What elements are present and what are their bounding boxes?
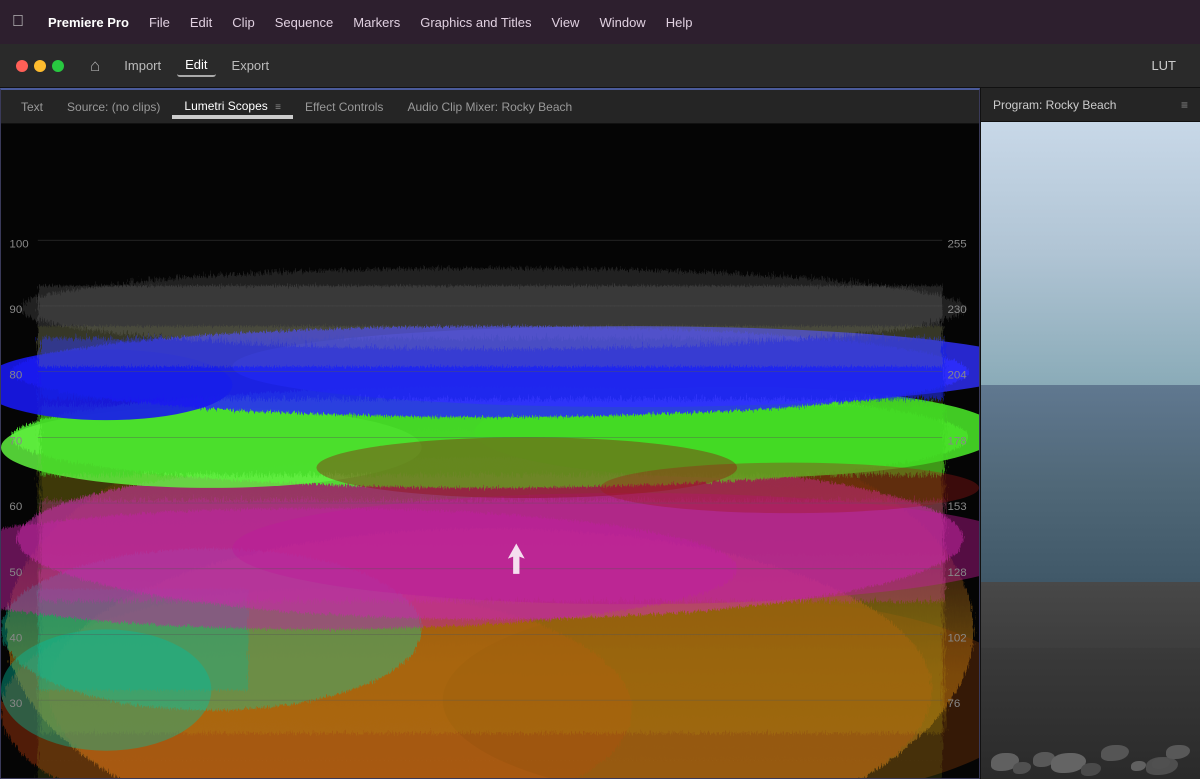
preview-water: [981, 385, 1200, 582]
menu-item-sequence[interactable]: Sequence: [265, 11, 344, 34]
tab-lumetri-scopes[interactable]: Lumetri Scopes ≡: [172, 95, 293, 119]
svg-text:255: 255: [947, 238, 966, 250]
main-content: Text Source: (no clips) Lumetri Scopes ≡…: [0, 88, 1200, 779]
menu-item-window[interactable]: Window: [589, 11, 655, 34]
svg-text:30: 30: [9, 698, 22, 710]
menu-bar:  Premiere Pro File Edit Clip Sequence M…: [0, 0, 1200, 44]
svg-text:80: 80: [9, 370, 22, 382]
svg-text:102: 102: [947, 633, 966, 645]
tab-audio-clip-mixer[interactable]: Audio Clip Mixer: Rocky Beach: [395, 96, 584, 118]
svg-text:60: 60: [9, 501, 22, 513]
toolbar: ⌂ Import Edit Export LUT: [0, 44, 1200, 88]
menu-item-edit[interactable]: Edit: [180, 11, 222, 34]
lut-button[interactable]: LUT: [1143, 55, 1184, 76]
program-monitor-title: Program: Rocky Beach: [993, 98, 1116, 112]
lumetri-scope-canvas: 100 90 80 70 60 50 40 30 255 230 204 178…: [1, 124, 979, 778]
program-monitor-menu-icon[interactable]: ≡: [1181, 98, 1188, 112]
program-monitor-header: Program: Rocky Beach ≡: [981, 88, 1200, 122]
left-panel: Text Source: (no clips) Lumetri Scopes ≡…: [0, 88, 980, 779]
minimize-button[interactable]: [34, 60, 46, 72]
scope-display: 100 90 80 70 60 50 40 30 255 230 204 178…: [1, 124, 979, 778]
svg-text:76: 76: [947, 698, 960, 710]
tab-source[interactable]: Source: (no clips): [55, 96, 172, 118]
menu-item-file[interactable]: File: [139, 11, 180, 34]
tab-text[interactable]: Text: [9, 96, 55, 118]
import-button[interactable]: Import: [116, 55, 169, 76]
svg-text:178: 178: [947, 436, 966, 448]
svg-text:153: 153: [947, 501, 966, 513]
svg-text:40: 40: [9, 633, 22, 645]
menu-item-clip[interactable]: Clip: [222, 11, 264, 34]
svg-text:100: 100: [9, 238, 28, 250]
menu-item-markers[interactable]: Markers: [343, 11, 410, 34]
lumetri-menu-icon[interactable]: ≡: [275, 102, 281, 113]
tab-effect-controls[interactable]: Effect Controls: [293, 96, 395, 118]
right-panel: Program: Rocky Beach ≡: [980, 88, 1200, 779]
close-button[interactable]: [16, 60, 28, 72]
svg-text:230: 230: [947, 304, 966, 316]
export-button[interactable]: Export: [224, 55, 278, 76]
svg-text:70: 70: [9, 436, 22, 448]
svg-text:90: 90: [9, 304, 22, 316]
menu-item-graphics[interactable]: Graphics and Titles: [410, 11, 541, 34]
panel-tabs: Text Source: (no clips) Lumetri Scopes ≡…: [1, 90, 979, 124]
menu-item-help[interactable]: Help: [656, 11, 703, 34]
edit-button[interactable]: Edit: [177, 54, 215, 77]
program-monitor-preview: [981, 122, 1200, 779]
svg-text:50: 50: [9, 567, 22, 579]
menu-item-view[interactable]: View: [542, 11, 590, 34]
svg-text:128: 128: [947, 567, 966, 579]
home-icon[interactable]: ⌂: [90, 56, 100, 76]
preview-sky: [981, 122, 1200, 385]
svg-text:204: 204: [947, 370, 966, 382]
traffic-lights: [16, 60, 64, 72]
maximize-button[interactable]: [52, 60, 64, 72]
menu-item-app-name[interactable]: Premiere Pro: [38, 11, 139, 34]
apple-logo-icon: : [12, 13, 24, 31]
